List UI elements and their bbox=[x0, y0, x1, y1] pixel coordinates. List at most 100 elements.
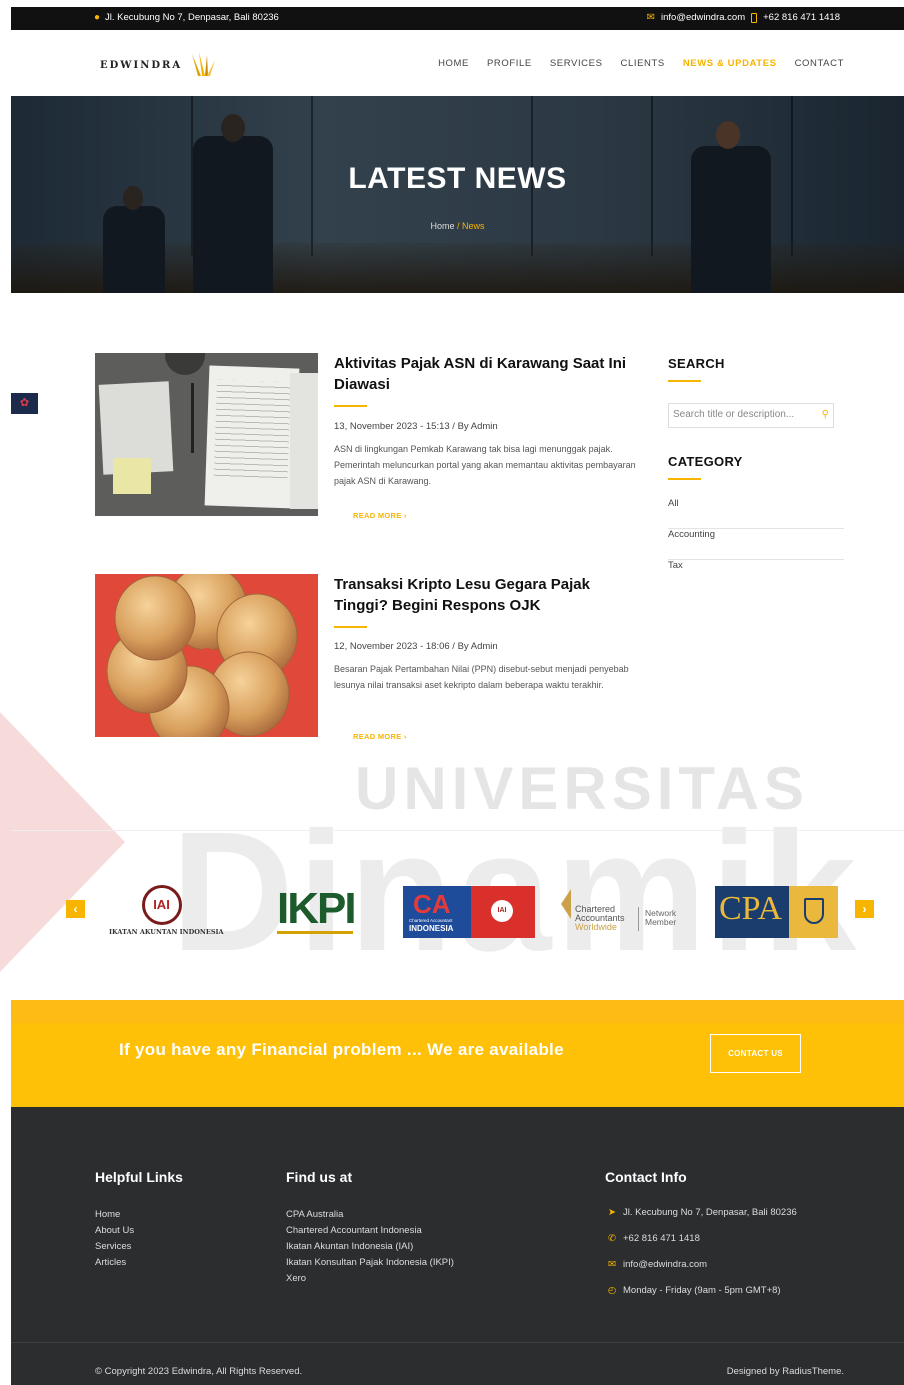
brand-name: EDWINDRA bbox=[100, 59, 183, 71]
search-placeholder: Search title or description... bbox=[673, 409, 795, 420]
topbar-phone[interactable]: +62 816 471 1418 bbox=[763, 12, 840, 23]
footer-address-text: Jl. Kecubung No 7, Denpasar, Bali 80236 bbox=[623, 1207, 797, 1218]
footer-helpful-links: Home About Us Services Articles bbox=[95, 1207, 134, 1271]
carousel-next-button[interactable]: › bbox=[855, 900, 874, 918]
footer-link-iai[interactable]: Ikatan Akuntan Indonesia (IAI) bbox=[286, 1239, 454, 1255]
footer-heading-contact: Contact Info bbox=[605, 1169, 687, 1185]
iai-emblem-icon: IAI bbox=[141, 885, 182, 925]
breadcrumb: Home / News bbox=[11, 221, 904, 231]
ikpi-text: IKPI bbox=[277, 884, 357, 933]
partner-logo-ikpi[interactable]: IKPI bbox=[277, 884, 357, 941]
cta-banner: If you have any Financial problem ... We… bbox=[11, 1000, 904, 1107]
footer-link-about[interactable]: About Us bbox=[95, 1223, 134, 1239]
footer-contact-phone: ✆ +62 816 471 1418 bbox=[607, 1233, 700, 1244]
footer-contact-hours: ◴ Monday - Friday (9am - 5pm GMT+8) bbox=[607, 1285, 781, 1296]
footer-hours-text: Monday - Friday (9am - 5pm GMT+8) bbox=[623, 1285, 781, 1296]
ca-indonesia-text: INDONESIA bbox=[409, 924, 454, 933]
category-heading: CATEGORY bbox=[668, 454, 743, 469]
post-excerpt: ASN di lingkungan Pemkab Karawang tak bi… bbox=[334, 444, 636, 486]
nav-news-updates[interactable]: NEWS & UPDATES bbox=[683, 58, 777, 69]
footer-email-text[interactable]: info@edwindra.com bbox=[623, 1259, 707, 1270]
cup bbox=[165, 353, 205, 375]
search-heading: SEARCH bbox=[668, 356, 725, 371]
ca-worldwide-mark-icon bbox=[561, 889, 571, 919]
topbar-address: ● Jl. Kecubung No 7, Denpasar, Bali 8023… bbox=[94, 12, 279, 23]
site-footer: Helpful Links Home About Us Services Art… bbox=[11, 1107, 904, 1385]
cta-band bbox=[11, 1000, 904, 1023]
carousel-prev-button[interactable]: ‹ bbox=[66, 900, 85, 918]
floating-widget-icon[interactable]: ✿ bbox=[11, 393, 38, 414]
title-underline bbox=[334, 405, 367, 407]
post-title[interactable]: Transaksi Kripto Lesu Gegara Pajak Tingg… bbox=[334, 574, 644, 616]
category-item-all[interactable]: All bbox=[668, 498, 844, 529]
footer-findus-links: CPA Australia Chartered Accountant Indon… bbox=[286, 1207, 454, 1287]
footer-link-xero[interactable]: Xero bbox=[286, 1271, 454, 1287]
ca-small-caption: Chartered Accountant bbox=[409, 918, 453, 923]
read-more-link[interactable]: READ MORE › bbox=[353, 511, 407, 520]
footer-phone-text[interactable]: +62 816 471 1418 bbox=[623, 1233, 700, 1244]
post-meta: 13, November 2023 - 15:13 / By Admin bbox=[334, 421, 498, 432]
hero-person-head bbox=[716, 121, 740, 149]
page: ● Jl. Kecubung No 7, Denpasar, Bali 8023… bbox=[0, 7, 904, 1385]
main-nav: HOME PROFILE SERVICES CLIENTS NEWS & UPD… bbox=[438, 58, 844, 69]
site-header: EDWINDRA HOME PROFILE SERVICES CLIENTS N… bbox=[11, 30, 904, 96]
partner-logo-ca-indonesia[interactable]: CA Chartered Accountant INDONESIA IAI bbox=[403, 886, 535, 938]
topbar-contacts: ✉ info@edwindra.com +62 816 471 1418 bbox=[647, 12, 840, 23]
footer-link-cpa-australia[interactable]: CPA Australia bbox=[286, 1207, 454, 1223]
envelope-icon: ✉ bbox=[608, 1259, 616, 1270]
nav-contact[interactable]: CONTACT bbox=[795, 58, 844, 69]
designed-by-text[interactable]: Designed by RadiusTheme. bbox=[727, 1366, 844, 1377]
post-meta: 12, November 2023 - 18:06 / By Admin bbox=[334, 641, 498, 652]
sticky-note bbox=[113, 458, 151, 494]
brand-logo[interactable]: EDWINDRA bbox=[100, 52, 218, 78]
post-thumbnail-bitcoin[interactable] bbox=[95, 574, 318, 737]
category-item-accounting[interactable]: Accounting bbox=[668, 529, 844, 560]
footer-heading-helpful: Helpful Links bbox=[95, 1169, 183, 1185]
contact-us-button[interactable]: CONTACT US bbox=[710, 1034, 801, 1073]
search-icon[interactable]: ⚲ bbox=[822, 409, 829, 420]
partner-logo-cpa[interactable]: CPA bbox=[715, 886, 838, 938]
form-lines bbox=[213, 379, 291, 483]
hero-person-standing bbox=[193, 136, 273, 293]
footer-link-articles[interactable]: Articles bbox=[95, 1255, 134, 1271]
phone-icon: ✆ bbox=[608, 1233, 616, 1244]
cpa-text: CPA bbox=[719, 890, 783, 927]
category-item-tax[interactable]: Tax bbox=[668, 560, 844, 591]
nav-clients[interactable]: CLIENTS bbox=[621, 58, 665, 69]
post-title[interactable]: Aktivitas Pajak ASN di Karawang Saat Ini… bbox=[334, 353, 644, 395]
partner-logo-iai[interactable]: IAI IKATAN AKUNTAN INDONESIA bbox=[109, 885, 224, 941]
nav-profile[interactable]: PROFILE bbox=[487, 58, 532, 69]
paper-plane-icon: ➤ bbox=[608, 1207, 616, 1218]
post-thumbnail-tax-forms[interactable] bbox=[95, 353, 318, 516]
top-bar: ● Jl. Kecubung No 7, Denpasar, Bali 8023… bbox=[11, 7, 904, 30]
footer-contact-address: ➤ Jl. Kecubung No 7, Denpasar, Bali 8023… bbox=[607, 1207, 797, 1218]
topbar-address-text: Jl. Kecubung No 7, Denpasar, Bali 80236 bbox=[105, 12, 279, 23]
category-label: Accounting bbox=[668, 529, 716, 540]
news-post: Aktivitas Pajak ASN di Karawang Saat Ini… bbox=[95, 353, 655, 523]
chartered-line3: Worldwide bbox=[575, 922, 617, 932]
breadcrumb-home[interactable]: Home bbox=[430, 221, 454, 231]
footer-link-ca-indonesia[interactable]: Chartered Accountant Indonesia bbox=[286, 1223, 454, 1239]
nav-home[interactable]: HOME bbox=[438, 58, 469, 69]
footer-link-ikpi[interactable]: Ikatan Konsultan Pajak Indonesia (IKPI) bbox=[286, 1255, 454, 1271]
search-input[interactable]: Search title or description... ⚲ bbox=[668, 403, 834, 428]
post-excerpt: Besaran Pajak Pertambahan Nilai (PPN) di… bbox=[334, 664, 629, 690]
network-line2: Member bbox=[645, 917, 677, 927]
watermark-logo-shape bbox=[0, 712, 125, 972]
partner-logo-chartered-accountants[interactable]: Chartered Accountants Worldwide Network … bbox=[559, 885, 689, 941]
hero-person-head bbox=[221, 114, 245, 142]
nav-services[interactable]: SERVICES bbox=[550, 58, 603, 69]
breadcrumb-current: News bbox=[462, 221, 485, 231]
cpa-gold-block bbox=[789, 886, 838, 938]
read-more-link[interactable]: READ MORE › bbox=[353, 732, 407, 741]
footer-link-services[interactable]: Services bbox=[95, 1239, 134, 1255]
title-underline bbox=[334, 626, 367, 628]
topbar-email[interactable]: info@edwindra.com bbox=[661, 12, 745, 23]
bitcoin-coins-graphic bbox=[106, 574, 298, 737]
footer-link-home[interactable]: Home bbox=[95, 1207, 134, 1223]
page-title: LATEST NEWS bbox=[348, 162, 567, 195]
category-label: Tax bbox=[668, 560, 683, 571]
footer-heading-findus: Find us at bbox=[286, 1169, 353, 1185]
iai-seal-icon: IAI bbox=[491, 900, 513, 922]
footer-divider bbox=[11, 1342, 904, 1343]
